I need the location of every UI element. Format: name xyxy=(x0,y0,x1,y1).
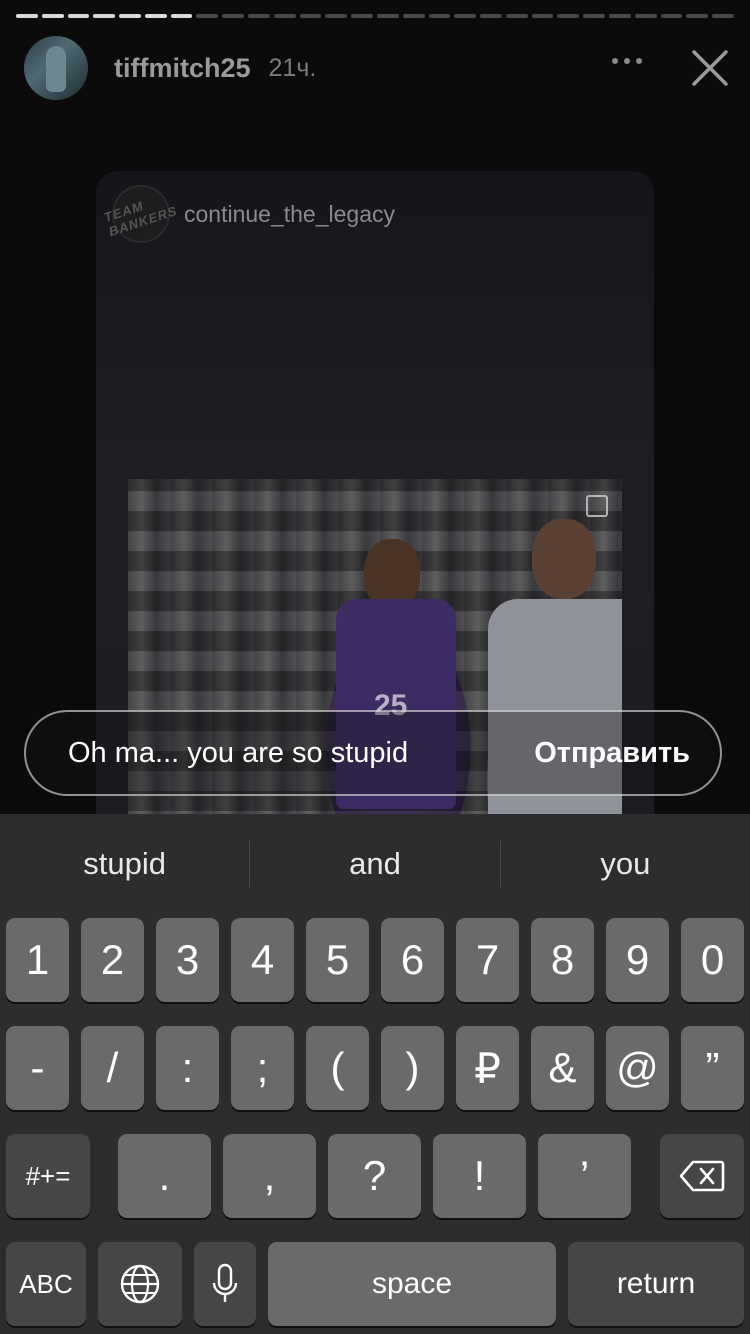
key-5[interactable]: 5 xyxy=(306,918,369,1002)
team-logo: TEAM BANKERS xyxy=(102,198,180,240)
progress-segment xyxy=(351,14,373,18)
key-5[interactable]: ’ xyxy=(538,1134,631,1218)
story-username[interactable]: tiffmitch25 xyxy=(114,53,251,84)
more-options-icon[interactable] xyxy=(612,58,642,64)
key-2[interactable]: 2 xyxy=(81,918,144,1002)
progress-segment xyxy=(144,14,167,18)
progress-segment xyxy=(583,14,605,18)
progress-segment xyxy=(196,14,219,18)
abc-key[interactable]: ABC xyxy=(6,1242,86,1326)
progress-segment xyxy=(480,14,502,18)
key-7[interactable]: ₽ xyxy=(456,1026,519,1110)
story-header: tiffmitch25 21ч. xyxy=(24,34,730,102)
suggestion-3[interactable]: you xyxy=(501,846,750,882)
key-2[interactable]: / xyxy=(81,1026,144,1110)
return-key[interactable]: return xyxy=(568,1242,744,1326)
keyboard: stupid and you 1234567890 - /:;() ₽ & @” #+=… xyxy=(0,814,750,1334)
microphone-key[interactable] xyxy=(194,1242,256,1326)
card-username[interactable]: continue_the_legacy xyxy=(184,201,395,228)
send-button[interactable]: Отправить xyxy=(534,737,690,770)
progress-segment xyxy=(248,14,270,18)
multiple-photos-icon xyxy=(586,495,608,517)
key-1[interactable]: 1 xyxy=(6,918,69,1002)
key-7[interactable]: 7 xyxy=(456,918,519,1002)
progress-segment xyxy=(170,14,193,18)
backspace-icon xyxy=(679,1160,725,1192)
close-icon[interactable] xyxy=(690,48,730,88)
reply-input[interactable]: Oh ma... you are so stupid xyxy=(68,737,534,770)
progress-segment xyxy=(273,14,296,18)
progress-segment xyxy=(686,14,709,18)
key-1[interactable]: . xyxy=(118,1134,211,1218)
progress-segment xyxy=(712,14,734,18)
key-10[interactable]: ” xyxy=(681,1026,744,1110)
microphone-icon xyxy=(212,1263,238,1302)
progress-segment xyxy=(531,14,554,18)
key-5[interactable]: ( xyxy=(306,1026,369,1110)
key-6[interactable]: 6 xyxy=(381,918,444,1002)
avatar[interactable] xyxy=(24,36,88,100)
key-4[interactable]: ! xyxy=(433,1134,526,1218)
progress-segment xyxy=(402,14,425,18)
suggestion-bar: stupid and you xyxy=(0,814,750,914)
story-timestamp: 21ч. xyxy=(268,53,317,82)
progress-segment xyxy=(660,14,683,18)
progress-segment xyxy=(454,14,477,18)
progress-segment xyxy=(67,14,90,18)
key-6[interactable]: ) xyxy=(381,1026,444,1110)
progress-segment xyxy=(608,14,631,18)
backspace-key[interactable] xyxy=(660,1134,744,1218)
key-8[interactable]: 8 xyxy=(531,918,594,1002)
reply-bar: Oh ma... you are so stupid Отправить xyxy=(24,710,722,796)
suggestion-2[interactable]: and xyxy=(250,846,499,882)
space-key[interactable]: space xyxy=(268,1242,556,1326)
symbols-toggle-key[interactable]: #+= xyxy=(6,1134,90,1218)
progress-segment xyxy=(376,14,399,18)
progress-segment xyxy=(634,14,657,18)
globe-key[interactable] xyxy=(98,1242,182,1326)
progress-segment xyxy=(222,14,245,18)
progress-segment xyxy=(93,14,116,18)
progress-segment xyxy=(119,14,141,18)
progress-segment xyxy=(325,14,348,18)
key-8[interactable]: & xyxy=(531,1026,594,1110)
key-4[interactable]: 4 xyxy=(231,918,294,1002)
key-9[interactable]: 9 xyxy=(606,918,669,1002)
key-9[interactable]: @ xyxy=(606,1026,669,1110)
key-3[interactable]: ? xyxy=(328,1134,421,1218)
key-3[interactable]: : xyxy=(156,1026,219,1110)
key-4[interactable]: ; xyxy=(231,1026,294,1110)
progress-segment xyxy=(505,14,528,18)
key-2[interactable]: , xyxy=(223,1134,316,1218)
progress-segment xyxy=(428,14,451,18)
progress-segment xyxy=(299,14,322,18)
card-avatar[interactable]: TEAM BANKERS xyxy=(102,185,180,243)
progress-segment xyxy=(41,14,64,18)
key-10[interactable]: 0 xyxy=(681,918,744,1002)
progress-segment xyxy=(16,14,38,18)
progress-segment xyxy=(557,14,580,18)
key-1[interactable]: - xyxy=(6,1026,69,1110)
story-progress-bar xyxy=(16,14,734,18)
globe-icon xyxy=(120,1264,160,1304)
key-3[interactable]: 3 xyxy=(156,918,219,1002)
suggestion-1[interactable]: stupid xyxy=(0,846,249,882)
